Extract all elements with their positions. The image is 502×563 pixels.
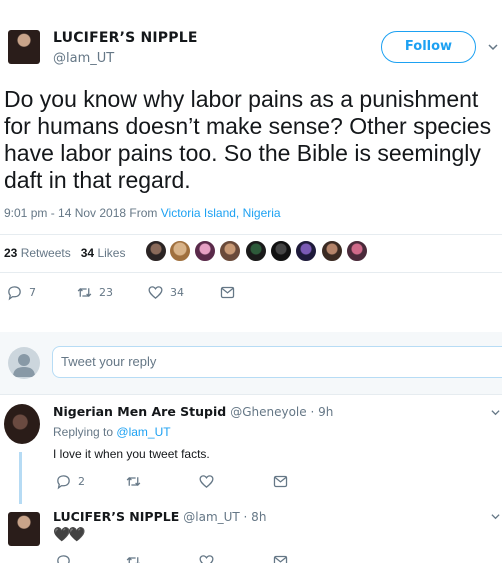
likes-stat[interactable]: 34 Likes bbox=[81, 246, 126, 260]
default-avatar-icon bbox=[13, 354, 35, 377]
liker-avatar[interactable] bbox=[145, 240, 167, 262]
author-name[interactable]: LUCIFER’S NIPPLE bbox=[53, 30, 198, 46]
retweet-button[interactable] bbox=[125, 553, 142, 563]
reply-author-handle[interactable]: @lam_UT · 8h bbox=[183, 510, 266, 524]
reply-icon bbox=[8, 286, 21, 301]
liker-avatar[interactable] bbox=[245, 240, 267, 262]
tweet-stats: 23 Retweets 34 Likes bbox=[4, 246, 125, 260]
replying-to: Replying to @lam_UT bbox=[53, 425, 171, 439]
reply-author[interactable]: Nigerian Men Are Stupid @Gheneyole · 9h bbox=[53, 404, 333, 419]
retweet-button[interactable]: 23 bbox=[76, 284, 113, 301]
reply-text: I love it when you tweet facts. bbox=[53, 447, 210, 461]
reply-count: 7 bbox=[29, 286, 36, 299]
liker-avatar[interactable] bbox=[295, 240, 317, 262]
reply-composer: Tweet your reply bbox=[0, 332, 502, 394]
thread-line bbox=[19, 452, 22, 504]
message-icon bbox=[220, 286, 235, 299]
replying-to-link[interactable]: @lam_UT bbox=[116, 425, 170, 439]
liker-avatar[interactable] bbox=[270, 240, 292, 262]
reply-author[interactable]: LUCIFER’S NIPPLE @lam_UT · 8h bbox=[53, 509, 266, 524]
message-icon bbox=[273, 555, 288, 563]
reply-author-name[interactable]: Nigerian Men Are Stupid bbox=[53, 404, 226, 419]
chevron-down-icon[interactable] bbox=[491, 512, 500, 521]
reply-tweet[interactable]: LUCIFER’S NIPPLE @lam_UT · 8h 🖤🖤 bbox=[0, 506, 502, 563]
tweet-time[interactable]: 9:01 pm - 14 Nov 2018 bbox=[4, 206, 126, 220]
follow-button[interactable]: Follow bbox=[381, 31, 476, 63]
reply-author-avatar[interactable] bbox=[4, 404, 40, 444]
like-icon bbox=[199, 475, 214, 488]
reply-author-handle[interactable]: @Gheneyole · 9h bbox=[230, 405, 333, 419]
reply-author-name[interactable]: LUCIFER’S NIPPLE bbox=[53, 509, 179, 524]
user-avatar bbox=[8, 347, 40, 379]
divider bbox=[0, 394, 502, 395]
liker-avatar[interactable] bbox=[219, 240, 241, 262]
retweet-icon bbox=[77, 288, 92, 297]
reply-button[interactable]: 2 bbox=[55, 473, 85, 490]
tweet-actions: 7 23 34 bbox=[0, 284, 502, 308]
from-label: From bbox=[129, 206, 158, 220]
reply-button[interactable] bbox=[55, 553, 72, 563]
liker-avatar[interactable] bbox=[169, 240, 191, 262]
tweet-location[interactable]: Victoria Island, Nigeria bbox=[161, 206, 281, 220]
retweet-icon bbox=[126, 477, 141, 486]
message-button[interactable] bbox=[272, 473, 289, 490]
message-button[interactable] bbox=[219, 284, 236, 301]
reply-icon bbox=[57, 475, 70, 490]
chevron-down-icon[interactable] bbox=[491, 408, 500, 417]
reply-count: 2 bbox=[78, 475, 85, 488]
reply-icon bbox=[57, 555, 70, 563]
reply-text: 🖤🖤 bbox=[53, 526, 86, 542]
like-button[interactable] bbox=[198, 473, 215, 490]
like-count: 34 bbox=[170, 286, 184, 299]
retweet-count: 23 bbox=[99, 286, 113, 299]
like-button[interactable]: 34 bbox=[147, 284, 184, 301]
tweet-header: LUCIFER’S NIPPLE @lam_UT Follow bbox=[0, 0, 502, 80]
tweet-meta: 9:01 pm - 14 Nov 2018 From Victoria Isla… bbox=[4, 206, 281, 220]
reply-author-avatar[interactable] bbox=[8, 512, 40, 546]
divider bbox=[0, 234, 502, 235]
message-button[interactable] bbox=[272, 553, 289, 563]
retweet-icon bbox=[126, 557, 140, 563]
reply-input[interactable]: Tweet your reply bbox=[52, 346, 502, 378]
like-icon bbox=[148, 286, 163, 299]
reply-tweet[interactable]: Nigerian Men Are Stupid @Gheneyole · 9h R… bbox=[0, 398, 502, 502]
liker-avatar[interactable] bbox=[346, 240, 368, 262]
like-button[interactable] bbox=[198, 553, 215, 563]
liker-avatar[interactable] bbox=[194, 240, 216, 262]
author-handle[interactable]: @lam_UT bbox=[53, 51, 114, 66]
chevron-down-icon[interactable] bbox=[488, 42, 498, 52]
retweets-stat[interactable]: 23 Retweets bbox=[4, 246, 71, 260]
message-icon bbox=[273, 475, 288, 488]
tweet-text: Do you know why labor pains as a punishm… bbox=[4, 86, 492, 193]
retweet-button[interactable] bbox=[125, 473, 142, 490]
liker-avatar[interactable] bbox=[321, 240, 343, 262]
divider bbox=[0, 272, 502, 273]
like-icon bbox=[199, 555, 214, 563]
reply-button[interactable]: 7 bbox=[6, 284, 36, 301]
author-avatar[interactable] bbox=[8, 30, 40, 64]
